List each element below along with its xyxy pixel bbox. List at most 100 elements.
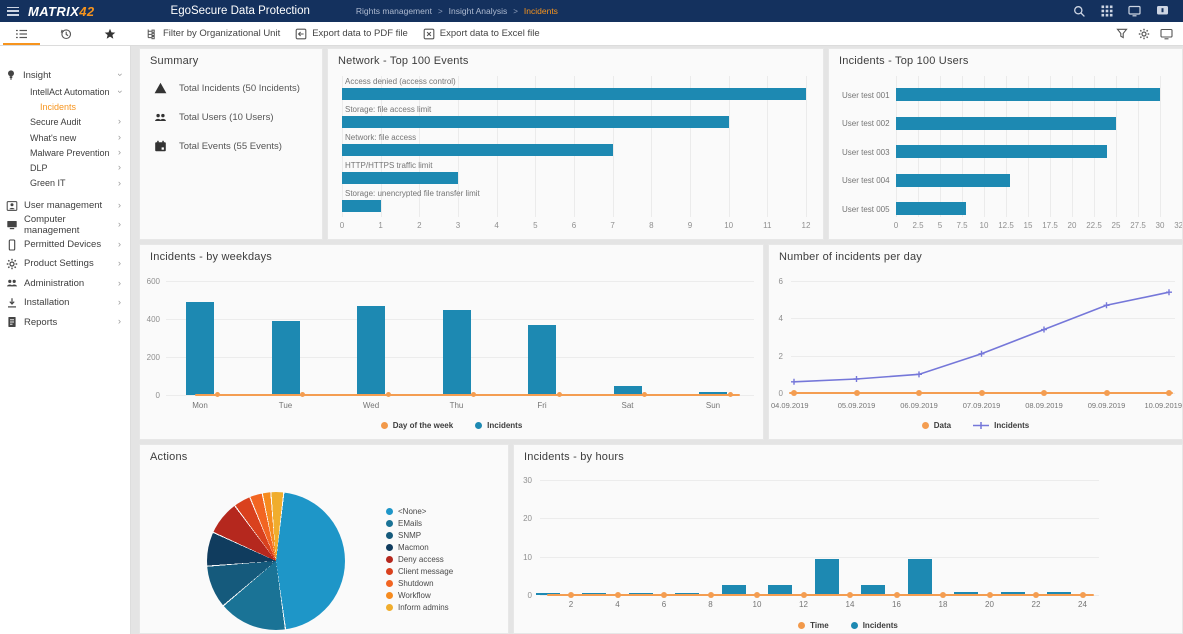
- bar: [896, 145, 1107, 158]
- pie-legend-item-emails[interactable]: EMails: [386, 519, 422, 528]
- sidebar-item-insight[interactable]: Insight›: [0, 66, 130, 84]
- time-series-marker: [615, 592, 621, 598]
- legend-item-incidents[interactable]: Incidents: [851, 621, 898, 630]
- chevron-down-icon: ›: [115, 73, 125, 76]
- legend-label: Incidents: [487, 421, 522, 430]
- bar-label: User test 003: [842, 148, 890, 157]
- x-tick-label: 12.5: [995, 221, 1017, 230]
- sidebar-item-secure-audit[interactable]: Secure Audit ›: [0, 115, 130, 130]
- time-series-marker: [754, 592, 760, 598]
- x-tick-label: Sun: [688, 401, 738, 410]
- sidebar-item-label: User management: [24, 200, 102, 211]
- chart-legend: Data Incidents: [769, 421, 1182, 430]
- legend-dot-icon: [922, 422, 929, 429]
- sidebar-item-label: Permitted Devices: [24, 239, 101, 250]
- sidebar-item-permitted-devices[interactable]: Permitted Devices›: [0, 235, 130, 254]
- monitor-view-icon[interactable]: [1160, 28, 1173, 40]
- calendar-icon: [154, 140, 167, 152]
- monitor-icon[interactable]: [1128, 5, 1141, 17]
- pie-legend-item-workflow[interactable]: Workflow: [386, 591, 431, 600]
- tab-navigation-list[interactable]: [13, 22, 30, 45]
- network-events-panel: Network - Top 100 Events 012345678910111…: [327, 48, 824, 240]
- x-tick-label: Sat: [603, 401, 653, 410]
- breadcrumb-incidents[interactable]: Incidents: [524, 6, 558, 16]
- breadcrumb-rights-management[interactable]: Rights management: [356, 6, 432, 16]
- legend-label: <None>: [398, 507, 426, 516]
- legend-label: Incidents: [863, 621, 898, 630]
- pie-legend-item-shutdown[interactable]: Shutdown: [386, 579, 434, 588]
- x-tick-label: 8: [701, 600, 721, 609]
- weekdays-chart: 0200400600MonTueWedThuFriSatSunDay of th…: [140, 245, 763, 439]
- tab-history[interactable]: [58, 22, 74, 45]
- legend-item-time[interactable]: Time: [798, 621, 829, 630]
- x-tick-label: 0: [885, 221, 907, 230]
- x-tick-label: 15: [1017, 221, 1039, 230]
- tab-favorites[interactable]: [102, 22, 118, 45]
- series-marker: [728, 392, 733, 397]
- time-series-marker: [940, 592, 946, 598]
- people-icon: [6, 277, 18, 289]
- pie-legend-item-macmon[interactable]: Macmon: [386, 543, 429, 552]
- hours-chart: 010203024681012141618202224TimeIncidents: [514, 445, 1182, 633]
- legend-item-data[interactable]: Data: [922, 421, 951, 430]
- sidebar-item-malware-prevention[interactable]: Malware Prevention›: [0, 145, 130, 160]
- settings-gear-icon[interactable]: [1138, 28, 1150, 40]
- export-excel-button[interactable]: Export data to Excel file: [423, 28, 540, 40]
- chevron-down-icon: ›: [115, 90, 125, 93]
- sidebar: Insight›IntellAct Automation›IncidentsSe…: [0, 46, 131, 634]
- bar-label: Storage: unencrypted file transfer limit: [345, 189, 480, 198]
- pie-legend-item-inform-admins[interactable]: Inform admins: [386, 603, 449, 612]
- legend-dot-icon: [386, 580, 393, 587]
- summary-users-label: Total Users (10 Users): [179, 112, 274, 123]
- sidebar-item-reports[interactable]: Reports›: [0, 312, 130, 331]
- x-tick-label: 16: [887, 600, 907, 609]
- bar: [815, 559, 839, 595]
- sidebar-item-administration[interactable]: Administration›: [0, 274, 130, 293]
- legend-item-day-of-the-week[interactable]: Day of the week: [381, 421, 453, 430]
- sidebar-item-incidents[interactable]: Incidents: [0, 99, 130, 114]
- filter-funnel-icon[interactable]: [1116, 28, 1128, 39]
- apps-grid-icon[interactable]: [1101, 5, 1113, 17]
- sidebar-item-installation[interactable]: Installation›: [0, 293, 130, 312]
- sidebar-item-computer-management[interactable]: Computer management›: [0, 215, 130, 234]
- dashboard-content: Summary Total Incidents (50 Incidents) T…: [131, 46, 1183, 634]
- actions-pie-chart: <None> EMails SNMP Macmon Deny access Client …: [140, 445, 508, 633]
- pie-legend-item-snmp[interactable]: SNMP: [386, 531, 421, 540]
- logo-text: MATRIX: [28, 4, 79, 19]
- sidebar-item-user-management[interactable]: User management›: [0, 196, 130, 215]
- sidebar-item-label: Secure Audit: [30, 117, 81, 127]
- chevron-right-icon: ›: [118, 117, 121, 127]
- app-title: EgoSecure Data Protection: [171, 5, 310, 17]
- x-tick-label: 30: [1149, 221, 1171, 230]
- pie-legend-item-client-message[interactable]: Client message: [386, 567, 453, 576]
- filter-by-org-unit-button[interactable]: Filter by Organizational Unit: [146, 28, 280, 40]
- x-tick-label: 2: [409, 221, 429, 230]
- breadcrumb-insight-analysis[interactable]: Insight Analysis: [449, 6, 508, 16]
- matrix42-logo[interactable]: MATRIX42: [28, 4, 95, 19]
- legend-item-incidents[interactable]: Incidents: [973, 421, 1029, 430]
- sidebar-item-dlp[interactable]: DLP›: [0, 160, 130, 175]
- export-pdf-button[interactable]: Export data to PDF file: [295, 28, 408, 40]
- hamburger-menu-icon[interactable]: [7, 7, 19, 16]
- search-icon[interactable]: [1073, 5, 1086, 18]
- chat-notification-icon[interactable]: [1156, 5, 1169, 17]
- sidebar-item-intellact-automation[interactable]: IntellAct Automation›: [0, 84, 130, 99]
- app-root: MATRIX42 EgoSecure Data Protection Right…: [0, 0, 1183, 634]
- plus-line-marker-icon: [973, 421, 989, 430]
- legend-item-incidents[interactable]: Incidents: [475, 421, 522, 430]
- sidebar-item-what-s-new[interactable]: What's new›: [0, 130, 130, 145]
- series-marker: [386, 392, 391, 397]
- pie-legend-item-deny-access[interactable]: Deny access: [386, 555, 444, 564]
- export-pdf-icon: [295, 28, 307, 40]
- series-marker: [215, 392, 220, 397]
- pie-legend-item--none-[interactable]: <None>: [386, 507, 426, 516]
- legend-dot-icon: [386, 604, 393, 611]
- sidebar-item-green-it[interactable]: Green IT›: [0, 176, 130, 191]
- bar: [342, 116, 729, 128]
- sidebar-item-label: Product Settings: [24, 258, 94, 269]
- sidebar-item-product-settings[interactable]: Product Settings›: [0, 254, 130, 273]
- x-tick-label: 3: [448, 221, 468, 230]
- top-users-chart: 02.557.51012.51517.52022.52527.53032.5Us…: [829, 49, 1182, 239]
- legend-label: Client message: [398, 567, 453, 576]
- bar: [896, 117, 1116, 130]
